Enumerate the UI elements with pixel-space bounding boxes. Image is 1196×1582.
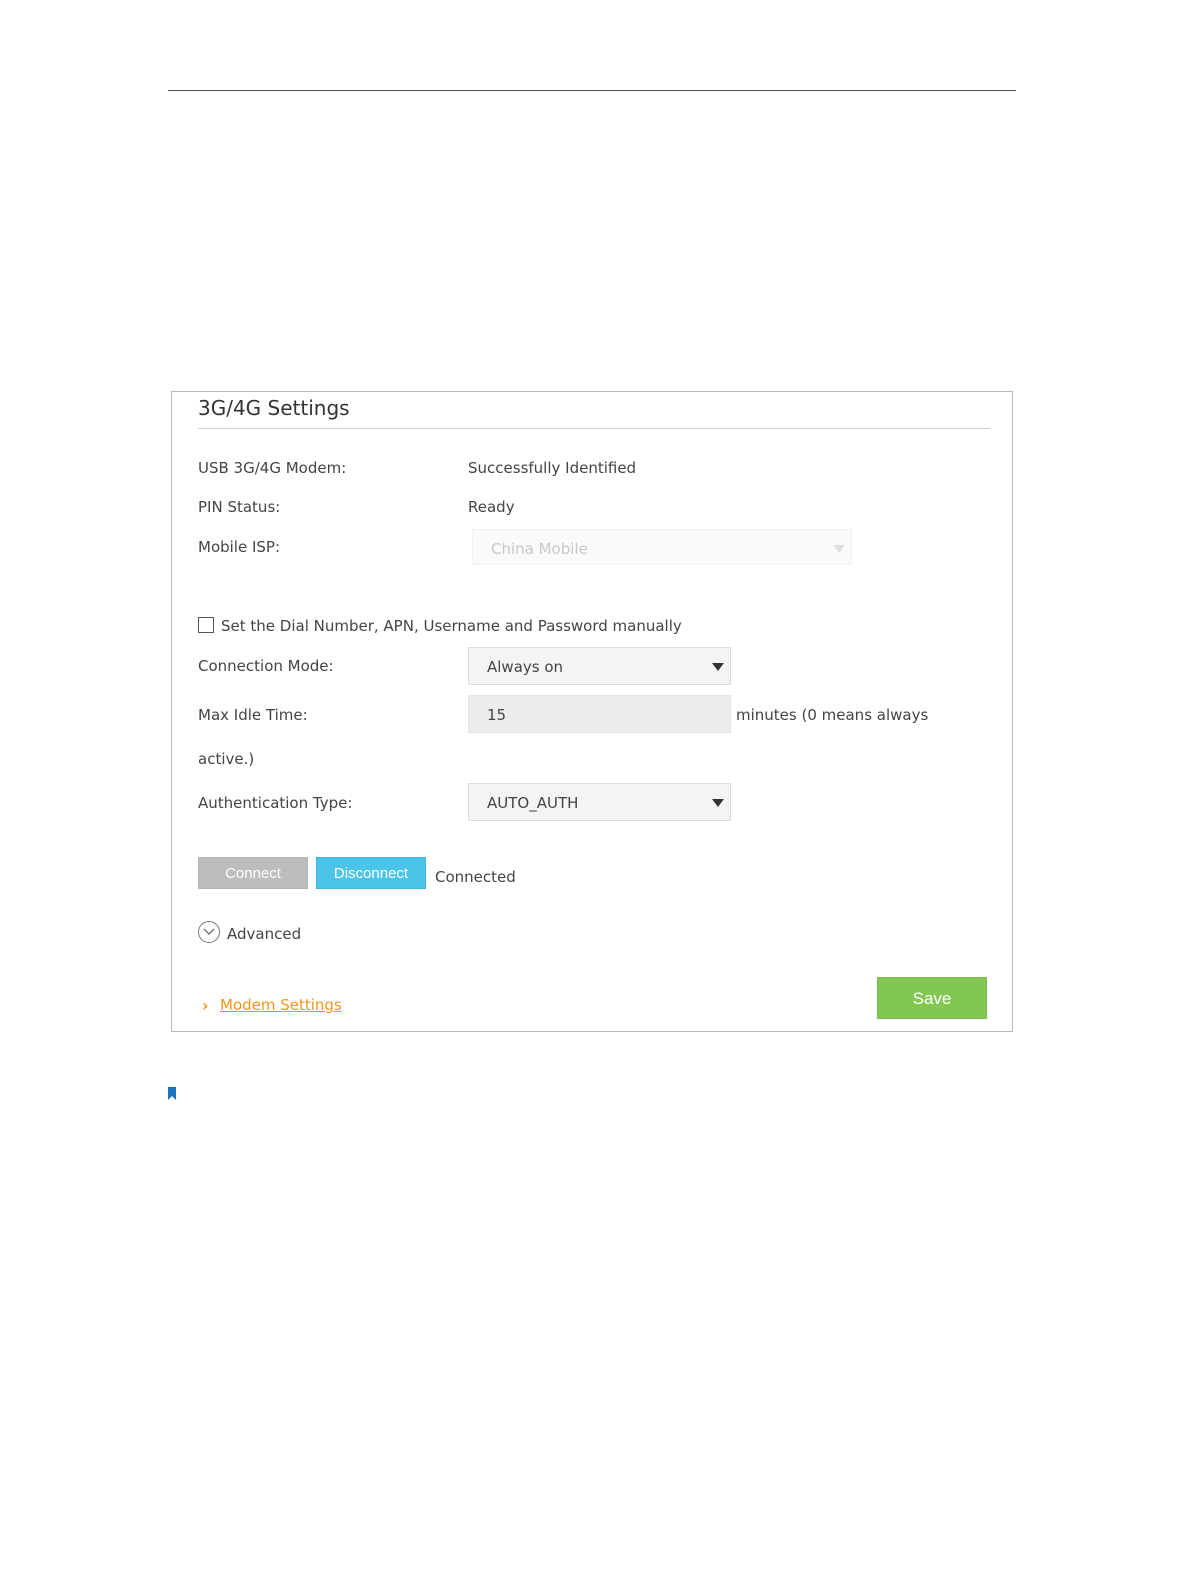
- mobile-isp-label: Mobile ISP:: [198, 538, 281, 556]
- panel-title: 3G/4G Settings: [198, 396, 350, 420]
- modem-settings-link[interactable]: Modem Settings: [220, 996, 342, 1014]
- settings-panel: 3G/4G Settings USB 3G/4G Modem: Successf…: [171, 391, 1013, 1032]
- auth-type-value: AUTO_AUTH: [487, 794, 579, 812]
- usb-modem-label: USB 3G/4G Modem:: [198, 459, 347, 477]
- max-idle-hint-cont: active.): [198, 750, 255, 768]
- chevron-down-icon: [712, 663, 724, 671]
- max-idle-input[interactable]: 15: [468, 695, 731, 733]
- chevron-down-circle-icon[interactable]: [198, 921, 220, 943]
- auth-type-label: Authentication Type:: [198, 794, 353, 812]
- save-button[interactable]: Save: [877, 977, 987, 1019]
- chevron-down-icon: [712, 799, 724, 807]
- connection-mode-label: Connection Mode:: [198, 657, 334, 675]
- chevron-down-icon: [833, 545, 845, 553]
- title-divider: [198, 428, 990, 429]
- manual-settings-checkbox[interactable]: [198, 617, 214, 633]
- mobile-isp-value: China Mobile: [491, 540, 588, 558]
- bookmark-icon: [168, 1087, 176, 1100]
- pin-status-label: PIN Status:: [198, 498, 281, 516]
- connection-mode-value: Always on: [487, 658, 564, 676]
- connection-status: Connected: [435, 868, 516, 886]
- max-idle-label: Max Idle Time:: [198, 706, 308, 724]
- page-header-rule: [168, 90, 1016, 91]
- max-idle-hint: minutes (0 means always: [736, 706, 929, 724]
- disconnect-button[interactable]: Disconnect: [316, 857, 426, 889]
- chevron-right-icon: ›: [202, 996, 209, 1015]
- usb-modem-value: Successfully Identified: [468, 459, 637, 477]
- advanced-toggle[interactable]: Advanced: [227, 925, 301, 943]
- auth-type-select[interactable]: AUTO_AUTH: [468, 783, 731, 821]
- manual-settings-label[interactable]: Set the Dial Number, APN, Username and P…: [221, 617, 682, 635]
- connection-mode-select[interactable]: Always on: [468, 647, 731, 685]
- mobile-isp-select: China Mobile: [472, 529, 852, 565]
- pin-status-value: Ready: [468, 498, 515, 516]
- connect-button[interactable]: Connect: [198, 857, 308, 889]
